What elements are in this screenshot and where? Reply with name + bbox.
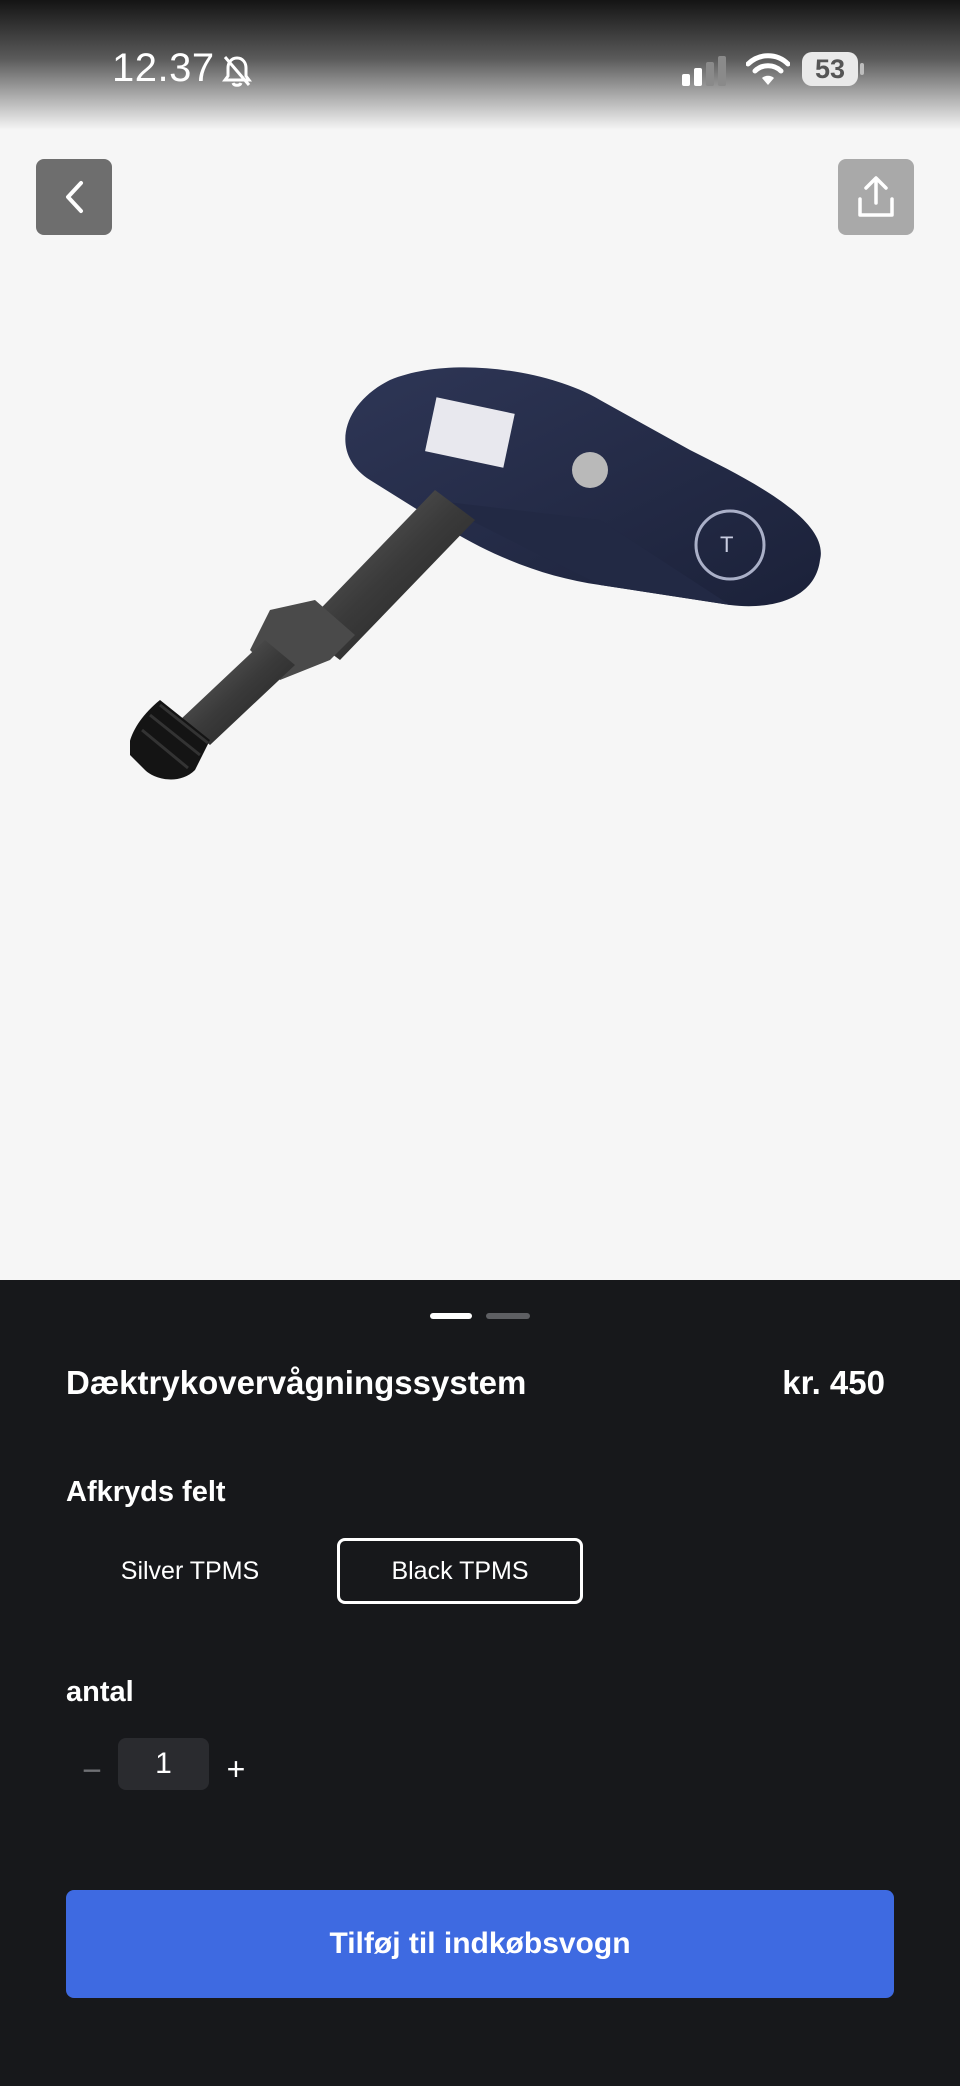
svg-text:T: T <box>720 532 733 557</box>
share-upload-icon <box>858 176 894 217</box>
gallery-dot-2[interactable] <box>486 1313 530 1319</box>
quantity-decrease-button[interactable]: − <box>74 1753 110 1789</box>
gallery-pagination <box>0 1313 960 1319</box>
product-title: Dæktrykovervågningssystem <box>66 1364 527 1401</box>
status-bar: 12.37 53 <box>0 0 960 130</box>
battery-icon: 53 <box>802 52 864 88</box>
bell-muted-icon <box>222 56 252 87</box>
back-button[interactable] <box>36 159 112 235</box>
signal-icon <box>682 56 726 86</box>
option-black-tpms[interactable]: Black TPMS <box>337 1538 583 1604</box>
option-label: Afkryds felt <box>66 1476 226 1508</box>
quantity-label: antal <box>66 1676 134 1708</box>
gallery-dot-1[interactable] <box>430 1313 472 1319</box>
add-to-cart-button[interactable]: Tilføj til indkøbsvogn <box>66 1890 894 1998</box>
wifi-icon <box>746 53 790 85</box>
product-sheet: Dæktrykovervågningssystem kr. 450 Afkryd… <box>0 1280 960 2086</box>
chevron-left-icon <box>66 181 83 213</box>
battery-level: 53 <box>802 52 858 86</box>
quantity-value[interactable]: 1 <box>118 1738 209 1790</box>
share-button[interactable] <box>838 159 914 235</box>
battery-cap <box>860 63 864 75</box>
option-silver-tpms[interactable]: Silver TPMS <box>84 1538 296 1604</box>
status-time: 12.37 <box>112 46 215 90</box>
product-price: kr. 450 <box>782 1364 885 1401</box>
quantity-increase-button[interactable]: + <box>218 1751 254 1787</box>
tpms-sensor-image[interactable]: T <box>130 360 850 920</box>
product-hero: T <box>0 0 960 1280</box>
